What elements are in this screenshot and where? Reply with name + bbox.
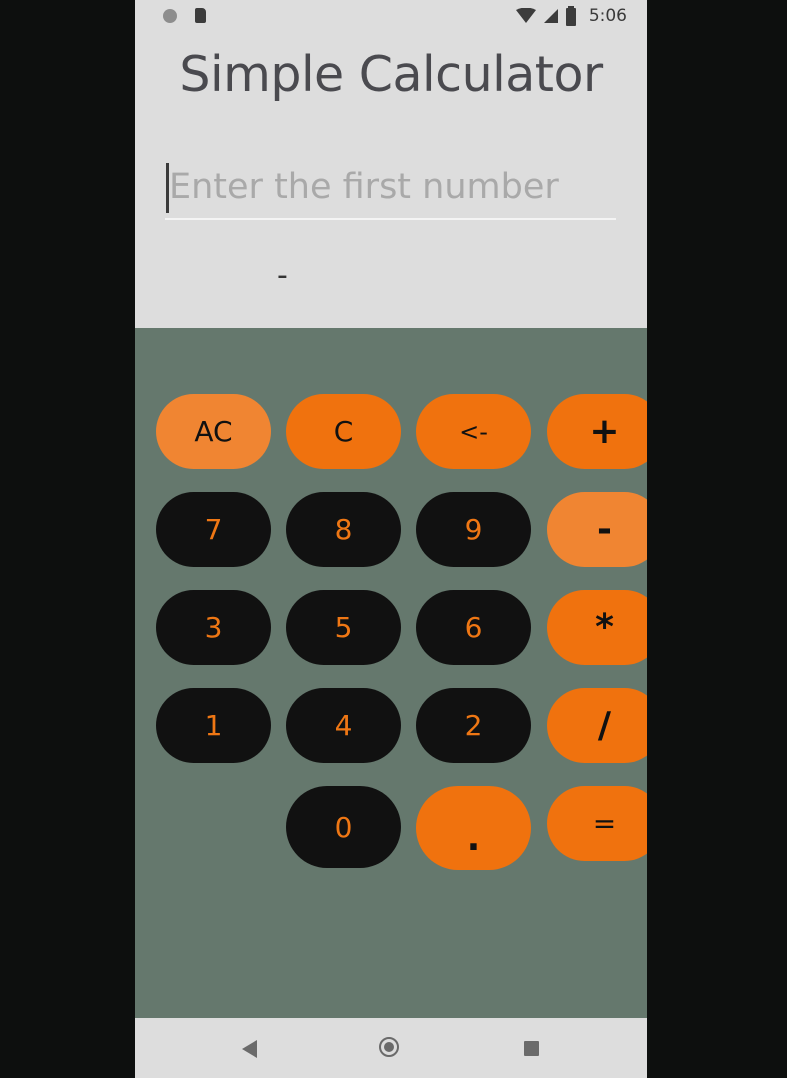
back-icon[interactable] [242, 1040, 257, 1058]
digit-6-button[interactable]: 6 [416, 590, 531, 665]
digit-7-button[interactable]: 7 [156, 492, 271, 567]
digit-5-button[interactable]: 5 [286, 590, 401, 665]
battery-icon [565, 6, 576, 26]
recent-apps-icon[interactable] [524, 1041, 539, 1056]
app-title: Simple Calculator [179, 46, 603, 103]
status-time: 5:06 [588, 6, 627, 26]
equals-button[interactable]: = [547, 786, 647, 861]
digit-8-button[interactable]: 8 [286, 492, 401, 567]
navigation-bar [135, 1018, 647, 1078]
clear-button[interactable]: C [286, 394, 401, 469]
cell-signal-icon [543, 9, 558, 23]
digit-1-button[interactable]: 1 [156, 688, 271, 763]
home-icon[interactable] [379, 1037, 399, 1057]
phone-screen: 5:06 Simple Calculator - AC C <- + 7 8 9… [135, 0, 647, 1078]
result-display: - [277, 258, 288, 293]
status-indicators: 5:06 [515, 6, 627, 26]
minus-button[interactable]: - [547, 492, 647, 567]
multiply-button[interactable]: * [547, 590, 647, 665]
notification-dot-icon [163, 9, 177, 23]
divide-button[interactable]: / [547, 688, 647, 763]
all-clear-button[interactable]: AC [156, 394, 271, 469]
backspace-button[interactable]: <- [416, 394, 531, 469]
first-number-input[interactable] [169, 158, 609, 216]
sd-card-icon [195, 8, 206, 23]
digit-9-button[interactable]: 9 [416, 492, 531, 567]
digit-3-button[interactable]: 3 [156, 590, 271, 665]
plus-button[interactable]: + [547, 394, 647, 469]
decimal-point-button[interactable]: . [416, 786, 531, 870]
digit-4-button[interactable]: 4 [286, 688, 401, 763]
digit-0-button[interactable]: 0 [286, 786, 401, 868]
first-number-field-container [165, 158, 616, 220]
digit-2-button[interactable]: 2 [416, 688, 531, 763]
keypad: AC C <- + 7 8 9 - 3 5 6 * 1 4 2 / 0 . = [135, 328, 647, 1018]
status-bar: 5:06 [135, 0, 647, 32]
wifi-icon [515, 8, 536, 23]
